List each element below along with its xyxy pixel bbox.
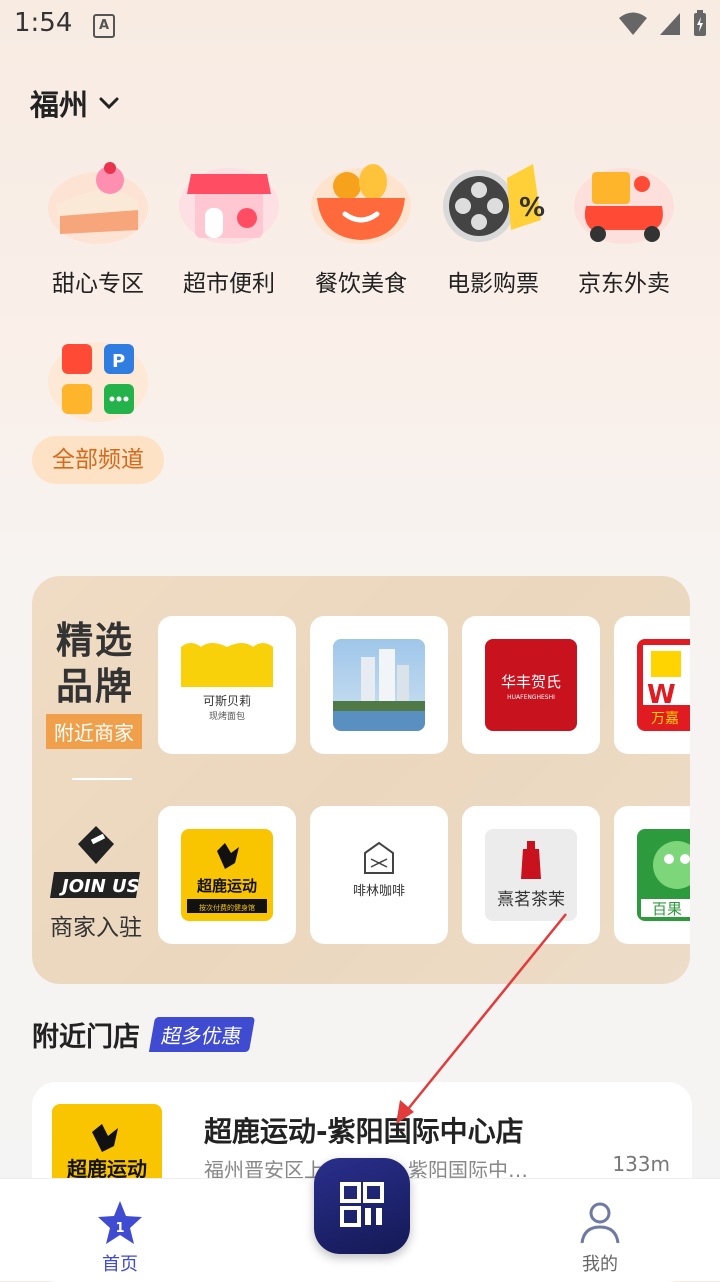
brand-logo-huafeng: 华丰贺氏 HUAFENGHESHI: [485, 639, 577, 731]
merchant-join-label: 商家入驻: [50, 915, 142, 941]
svg-text:HUAFENGHESHI: HUAFENGHESHI: [507, 694, 555, 701]
category-jd-delivery[interactable]: 京东外卖: [558, 160, 690, 298]
merchant-join-button[interactable]: JOIN US 商家入驻: [46, 822, 146, 942]
category-movie[interactable]: % 电影购票: [427, 160, 559, 298]
brand-tile[interactable]: 华丰贺氏 HUAFENGHESHI: [462, 616, 600, 754]
join-us-logo: JOIN US: [50, 826, 140, 898]
city-name: 福州: [30, 88, 89, 122]
divider: [72, 778, 132, 780]
svg-text:百果: 百果: [652, 900, 682, 918]
brand-tile[interactable]: 百果: [614, 806, 690, 944]
svg-text:啡林咖啡: 啡林咖啡: [353, 884, 405, 899]
svg-text:华丰贺氏: 华丰贺氏: [501, 673, 561, 691]
brand-tile[interactable]: 超鹿运动按次付费的健身馆: [158, 806, 296, 944]
status-time: 1:54: [14, 8, 73, 38]
brand-tile[interactable]: 可斯贝莉 现烤面包: [158, 616, 296, 754]
nearby-merchants-tag: 附近商家: [46, 714, 142, 749]
home-star-icon: 1: [98, 1201, 142, 1244]
brand-logo-building: [333, 639, 425, 731]
featured-brands-title: 精选 品牌: [56, 619, 134, 708]
brand-tile[interactable]: 啡林咖啡: [310, 806, 448, 944]
featured-brands-card: 精选 品牌 附近商家 JOIN US 商家入驻 可斯贝莉现烤面包 华丰贺氏 HUA…: [32, 576, 690, 984]
nearby-stores-title: 附近门店: [32, 1022, 140, 1053]
tab-mine[interactable]: 我的: [540, 1199, 660, 1276]
cake-icon: [46, 160, 150, 244]
city-selector[interactable]: 福州: [30, 82, 120, 124]
svg-text:现烤面包: 现烤面包: [209, 710, 245, 722]
battery-icon: [694, 10, 706, 36]
svg-text:熹茗茶茉: 熹茗茶茉: [497, 890, 565, 910]
brand-logo-ximing: 熹茗茶茉: [485, 829, 577, 921]
brand-logo-baiguo: 百果: [637, 829, 690, 921]
scan-qr-button[interactable]: [314, 1158, 410, 1254]
category-label: 超市便利: [183, 271, 275, 297]
category-label: 京东外卖: [578, 271, 670, 297]
status-bar: 1:54 A: [0, 0, 720, 50]
deals-badge: 超多优惠: [148, 1017, 256, 1052]
svg-text:超鹿运动: 超鹿运动: [196, 877, 257, 895]
signal-icon: [660, 13, 680, 35]
app-grid-icon: P: [46, 338, 150, 422]
category-dessert[interactable]: 甜心专区: [32, 160, 164, 298]
brand-tile[interactable]: W 万嘉: [614, 616, 690, 754]
brand-tile[interactable]: 熹茗茶茉: [462, 806, 600, 944]
store-distance: 133m: [612, 1152, 670, 1176]
food-basket-icon: [309, 160, 413, 244]
category-label: 餐饮美食: [315, 271, 407, 297]
qr-code-icon: [340, 1182, 384, 1227]
chevron-down-icon: [99, 97, 119, 110]
tab-home[interactable]: 1 首页: [60, 1199, 180, 1276]
brand-logo-kesibeili: 可斯贝莉 现烤面包: [181, 639, 273, 731]
svg-text:%: %: [519, 193, 545, 223]
svg-text:P: P: [112, 351, 125, 372]
all-channels-button[interactable]: 全部频道: [32, 436, 164, 484]
svg-text:JOIN US: JOIN US: [59, 876, 140, 897]
wifi-icon: [619, 12, 647, 35]
category-label: 甜心专区: [52, 271, 144, 297]
store-name: 超鹿运动-紫阳国际中心店: [204, 1115, 524, 1148]
tab-mine-label: 我的: [582, 1254, 618, 1275]
nearby-stores-header: 附近门店 超多优惠: [32, 1015, 256, 1054]
svg-text:万嘉: 万嘉: [651, 711, 679, 727]
tab-home-label: 首页: [102, 1254, 138, 1275]
brand-logo-feilin: 啡林咖啡: [333, 829, 425, 921]
brand-logo-chaolu: 超鹿运动按次付费的健身馆: [181, 829, 273, 921]
svg-text:1: 1: [115, 1221, 124, 1236]
category-supermarket[interactable]: 超市便利: [163, 160, 295, 298]
scooter-icon: [572, 160, 676, 244]
user-profile-icon: [580, 1202, 620, 1244]
brand-logo-wanjia: W 万嘉: [637, 639, 690, 731]
svg-text:按次付费的健身馆: 按次付费的健身馆: [199, 903, 255, 912]
film-reel-icon: %: [441, 160, 545, 244]
category-label: 电影购票: [447, 271, 539, 297]
category-all-icon-wrap[interactable]: P: [32, 338, 164, 422]
svg-text:可斯贝莉: 可斯贝莉: [203, 694, 251, 708]
category-food[interactable]: 餐饮美食: [295, 160, 427, 298]
brand-tile[interactable]: [310, 616, 448, 754]
notification-icon: A: [93, 14, 115, 38]
svg-text:W: W: [647, 680, 676, 710]
store-icon: [177, 160, 281, 244]
